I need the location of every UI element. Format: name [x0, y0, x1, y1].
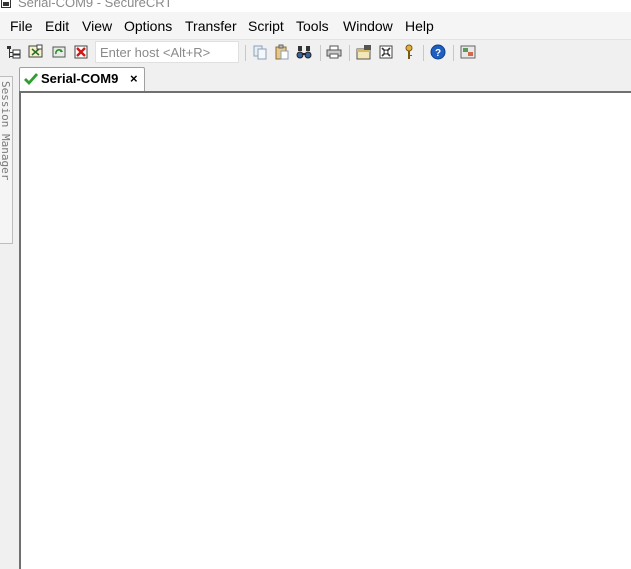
quick-connect-icon[interactable]	[28, 44, 44, 60]
menu-view[interactable]: View	[82, 18, 112, 34]
disconnect-icon[interactable]	[73, 44, 89, 60]
paste-icon[interactable]	[274, 44, 290, 60]
menu-bar: File Edit View Options Transfer Script T…	[0, 12, 631, 40]
title-bar: Serial-COM9 - SecureCRT	[0, 0, 631, 12]
find-icon[interactable]	[296, 44, 312, 60]
menu-tools[interactable]: Tools	[296, 18, 329, 34]
host-input[interactable]	[95, 41, 239, 63]
toolbar-separator	[245, 45, 246, 61]
keymap-icon[interactable]	[401, 44, 417, 60]
svg-text:?: ?	[435, 48, 441, 59]
menu-file[interactable]: File	[10, 18, 33, 34]
print-icon[interactable]	[326, 44, 342, 60]
menu-window[interactable]: Window	[343, 18, 393, 34]
global-options-icon[interactable]	[378, 44, 394, 60]
tab-close-icon[interactable]: ×	[130, 71, 138, 86]
terminal-area[interactable]	[19, 91, 631, 569]
session-manager-tab[interactable]: Session Manager	[0, 76, 13, 244]
toolbar-separator	[453, 45, 454, 61]
menu-script[interactable]: Script	[248, 18, 284, 34]
app-icon	[1, 0, 11, 8]
menu-transfer[interactable]: Transfer	[185, 18, 237, 34]
reconnect-icon[interactable]	[51, 44, 67, 60]
tab-serial-com9[interactable]: Serial-COM9 ×	[19, 67, 145, 91]
connect-in-tab-icon[interactable]	[6, 44, 22, 60]
menu-help[interactable]: Help	[405, 18, 434, 34]
menu-edit[interactable]: Edit	[45, 18, 69, 34]
session-manager-panel: Session Manager	[0, 66, 14, 569]
sftp-icon[interactable]	[460, 44, 476, 60]
connected-check-icon	[24, 73, 38, 86]
toolbar: ?	[0, 40, 631, 66]
session-manager-label: Session Manager	[0, 81, 12, 181]
window-title: Serial-COM9 - SecureCRT	[18, 0, 173, 10]
session-options-icon[interactable]	[356, 44, 372, 60]
copy-icon[interactable]	[252, 44, 268, 60]
help-icon[interactable]: ?	[430, 44, 446, 60]
menu-options[interactable]: Options	[124, 18, 172, 34]
toolbar-separator	[423, 45, 424, 61]
toolbar-separator	[349, 45, 350, 61]
toolbar-separator	[320, 45, 321, 61]
tab-label: Serial-COM9	[41, 71, 119, 86]
